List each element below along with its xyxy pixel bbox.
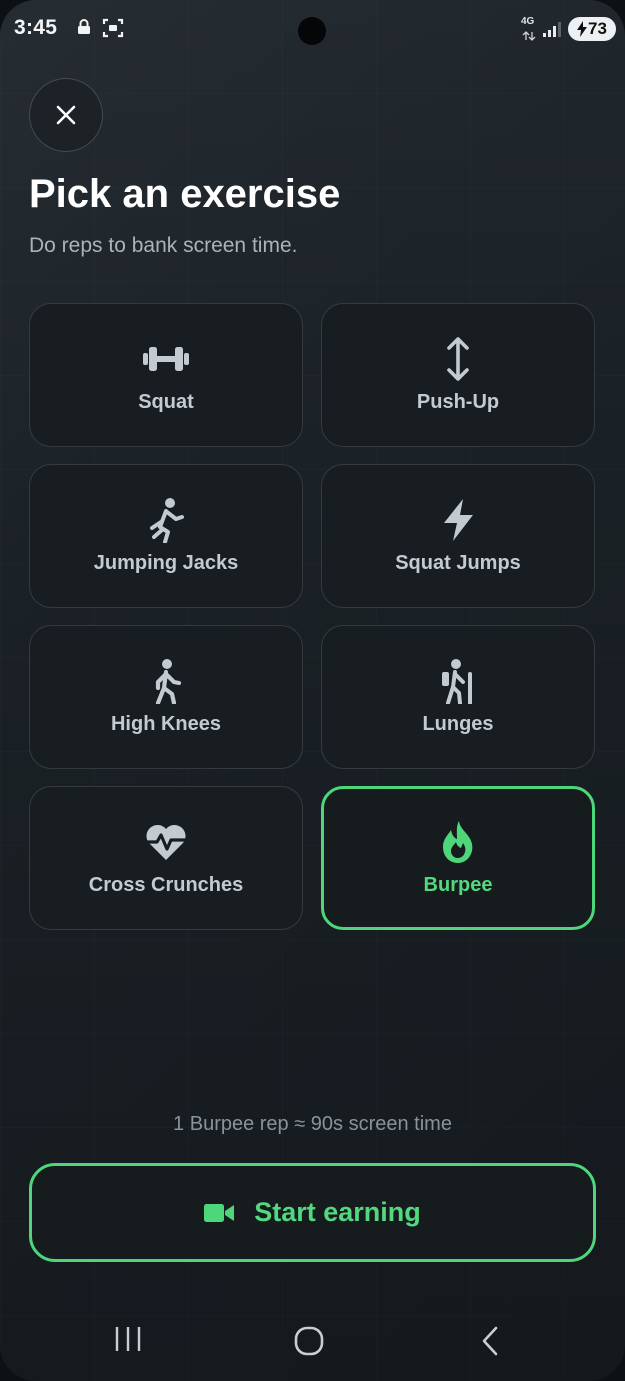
camera-cutout: [298, 17, 326, 45]
exercise-label: Lunges: [422, 712, 494, 735]
data-arrows-icon: [522, 28, 536, 46]
lightning-bolt-icon: [440, 498, 476, 542]
exercise-label: Cross Crunches: [88, 873, 244, 896]
exercise-card-high-knees[interactable]: High Knees: [29, 625, 303, 769]
exercise-card-lunges[interactable]: Lunges: [321, 625, 595, 769]
exercise-card-cross-crunches[interactable]: Cross Crunches: [29, 786, 303, 930]
exercise-card-burpee[interactable]: Burpee: [321, 786, 595, 930]
start-earning-button[interactable]: Start earning: [29, 1163, 596, 1262]
hiking-person-icon: [439, 658, 477, 704]
exercise-label: Jumping Jacks: [93, 551, 239, 574]
battery-indicator: 73: [568, 17, 616, 41]
exercise-card-squat-jumps[interactable]: Squat Jumps: [321, 464, 595, 608]
reward-hint: 1 Burpee rep ≈ 90s screen time: [173, 1113, 452, 1135]
battery-level: 73: [588, 19, 607, 38]
recent-apps-button[interactable]: [110, 1324, 146, 1354]
home-button[interactable]: [292, 1324, 326, 1358]
screenshot-icon: [102, 18, 124, 43]
exercise-label: Push-Up: [416, 390, 500, 413]
heart-pulse-icon: [144, 820, 188, 864]
exercise-label: High Knees: [110, 712, 222, 735]
network-type: 4G: [521, 16, 535, 27]
fire-icon: [439, 820, 477, 864]
back-button[interactable]: [475, 1324, 505, 1358]
page-subtitle: Do reps to bank screen time.: [29, 234, 298, 257]
charging-bolt-icon: [577, 21, 588, 37]
video-camera-icon: [204, 1203, 235, 1222]
signal-icon: [542, 20, 562, 43]
app-screen: 3:45 4G 73 Pick an exercise Do reps to b…: [0, 0, 625, 1381]
status-time: 3:45: [14, 16, 58, 39]
exercise-card-jumping-jacks[interactable]: Jumping Jacks: [29, 464, 303, 608]
exercise-card-push-up[interactable]: Push-Up: [321, 303, 595, 447]
vertical-arrows-icon: [445, 336, 471, 381]
walking-person-icon: [150, 658, 182, 704]
start-earning-label: Start earning: [254, 1197, 421, 1227]
close-icon: [56, 105, 76, 125]
exercise-label: Squat Jumps: [395, 551, 521, 574]
navigation-bar: [0, 1300, 625, 1381]
close-button[interactable]: [29, 78, 103, 152]
status-bar: 3:45 4G 73: [0, 0, 625, 58]
recent-apps-icon: [115, 1327, 141, 1351]
exercise-label: Burpee: [423, 873, 493, 896]
dumbbell-icon: [141, 337, 191, 381]
exercise-label: Squat: [138, 390, 194, 413]
running-person-icon: [148, 497, 184, 543]
page-title: Pick an exercise: [29, 172, 341, 216]
exercise-card-squat[interactable]: Squat: [29, 303, 303, 447]
home-icon: [294, 1326, 324, 1356]
lock-icon: [77, 19, 91, 40]
back-icon: [482, 1326, 498, 1356]
